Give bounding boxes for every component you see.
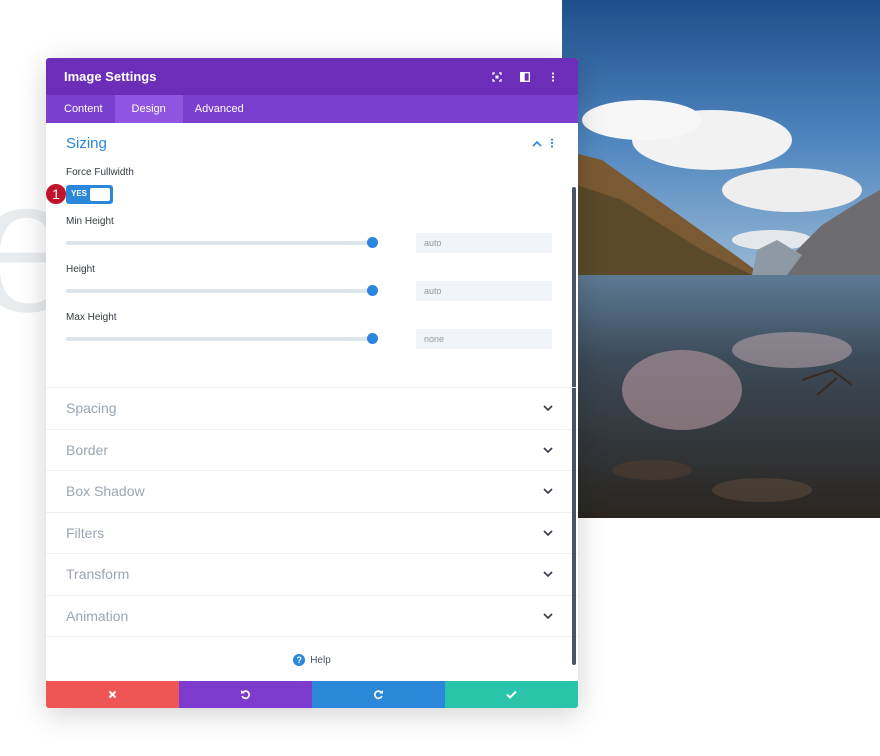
step-badge: 1 — [46, 183, 67, 205]
undo-icon — [241, 690, 250, 700]
box-shadow-section-title: Box Shadow — [66, 483, 145, 500]
max-height-input[interactable] — [416, 329, 552, 349]
tab-advanced[interactable]: Advanced — [183, 95, 256, 123]
help-icon: ? — [293, 654, 306, 666]
transform-section-title: Transform — [66, 566, 130, 583]
transform-section[interactable]: Transform — [46, 554, 578, 596]
spacing-section[interactable]: Spacing — [46, 388, 578, 430]
force-fullwidth-label: Force Fullwidth — [66, 167, 134, 178]
chevron-up-icon[interactable] — [532, 140, 542, 147]
panel-footer — [46, 681, 578, 708]
save-button[interactable] — [445, 681, 578, 708]
redo-icon — [374, 690, 383, 700]
max-height-slider-handle[interactable] — [367, 333, 378, 344]
box-shadow-section[interactable]: Box Shadow — [46, 471, 578, 513]
toggle-yes-label: YES — [71, 189, 88, 198]
section-more-icon[interactable] — [550, 138, 554, 148]
height-input[interactable] — [416, 281, 552, 301]
chevron-down-icon — [543, 613, 553, 619]
filters-section[interactable]: Filters — [46, 513, 578, 554]
max-height-label: Max Height — [66, 312, 117, 323]
undo-button[interactable] — [179, 681, 312, 708]
min-height-input[interactable] — [416, 233, 552, 253]
tab-bar: Content Design Advanced — [46, 95, 578, 123]
chevron-down-icon — [543, 571, 553, 578]
chevron-down-icon — [543, 447, 553, 453]
check-icon — [506, 690, 517, 699]
panel-title: Image Settings — [64, 69, 157, 84]
more-options-icon[interactable] — [546, 70, 560, 84]
border-section[interactable]: Border — [46, 430, 578, 471]
close-icon — [108, 690, 117, 699]
spacing-section-title: Spacing — [66, 400, 117, 417]
chevron-down-icon — [543, 405, 553, 412]
height-slider-handle[interactable] — [367, 285, 378, 296]
help-label: Help — [310, 654, 331, 666]
background-photo — [562, 0, 880, 518]
tab-content[interactable]: Content — [52, 95, 115, 123]
filters-section-title: Filters — [66, 524, 105, 541]
image-settings-panel: Image Settings Content Design Advanced S… — [46, 58, 578, 708]
chevron-down-icon — [543, 530, 553, 536]
panel-header: Image Settings — [46, 58, 578, 95]
min-height-slider-handle[interactable] — [367, 237, 378, 248]
height-slider[interactable] — [66, 285, 378, 296]
help-link[interactable]: ? Help — [46, 654, 578, 666]
min-height-slider[interactable] — [66, 237, 378, 248]
cancel-button[interactable] — [46, 681, 179, 708]
sizing-section-title[interactable]: Sizing — [66, 135, 532, 152]
settings-content: Sizing Force Fullwidth 1 YES Min Height — [46, 123, 578, 678]
height-label: Height — [66, 264, 95, 275]
chevron-down-icon — [543, 488, 553, 495]
tab-design[interactable]: Design — [114, 95, 183, 123]
redo-button[interactable] — [312, 681, 445, 708]
expand-icon[interactable] — [490, 70, 504, 84]
max-height-slider[interactable] — [66, 333, 378, 344]
toggle-knob — [90, 188, 110, 201]
split-view-icon[interactable] — [518, 70, 532, 84]
border-section-title: Border — [66, 441, 109, 458]
animation-section-title: Animation — [66, 607, 129, 624]
min-height-label: Min Height — [66, 216, 114, 227]
animation-section[interactable]: Animation — [46, 596, 578, 637]
force-fullwidth-toggle[interactable]: YES — [66, 185, 113, 204]
sizing-section: Sizing Force Fullwidth 1 YES Min Height — [46, 123, 578, 388]
